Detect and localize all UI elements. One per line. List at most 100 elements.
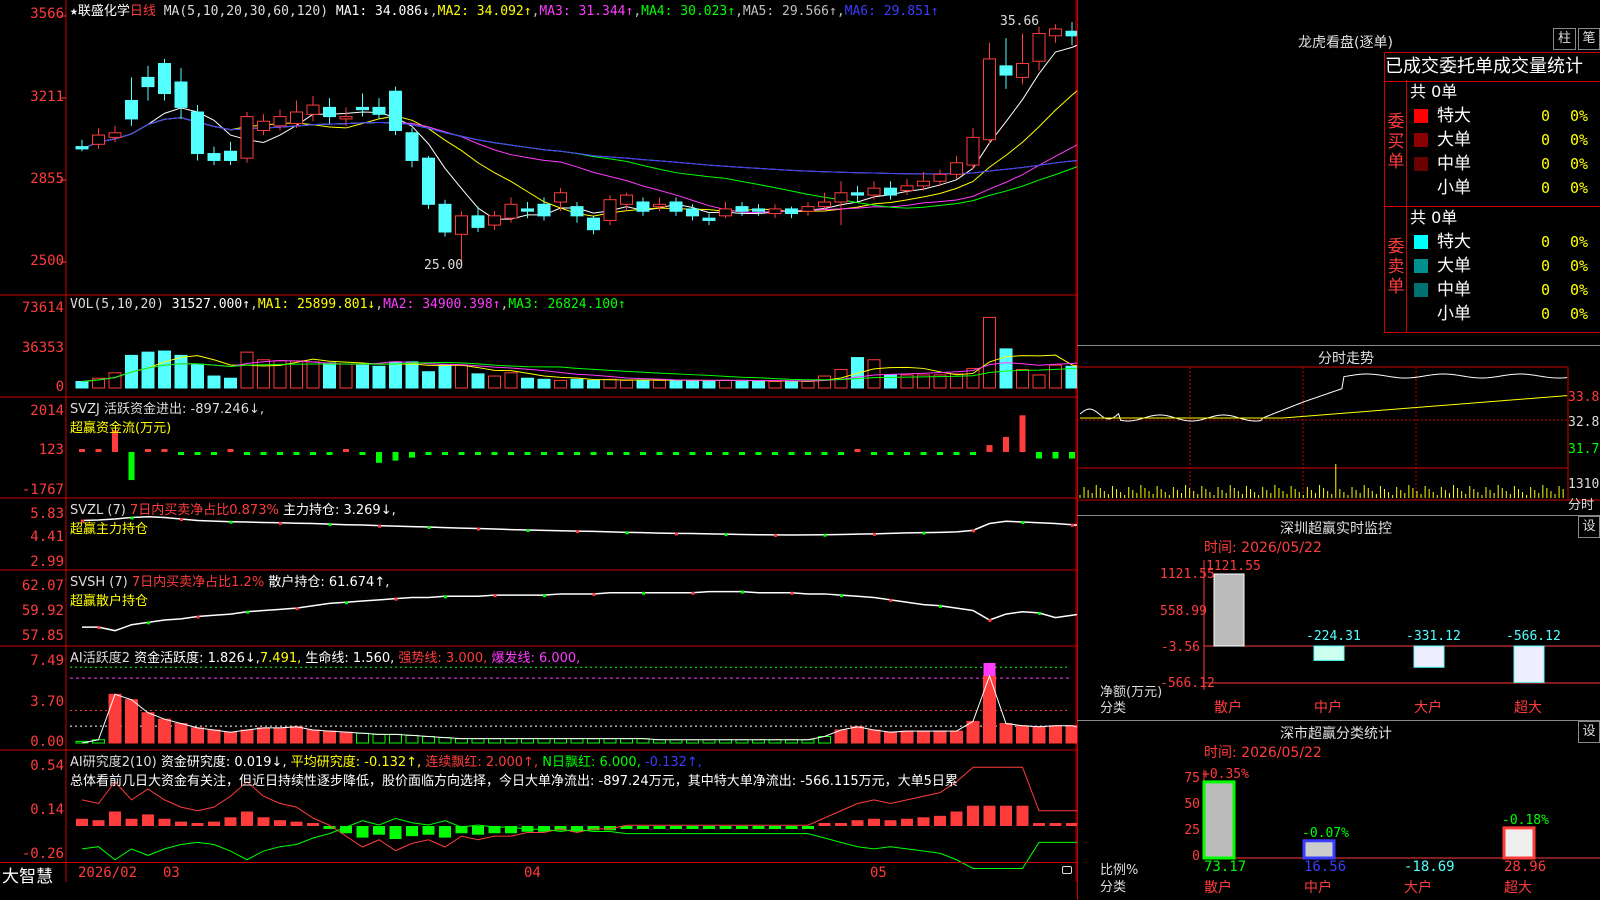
volume-bar: [224, 377, 237, 389]
ai-active-axis-tick: 7.49: [30, 653, 64, 669]
candle-body: [455, 215, 468, 235]
research-bar: [109, 811, 121, 826]
research-bar: [802, 826, 814, 829]
classify-settings-button[interactable]: 设: [1578, 721, 1600, 743]
activity-bar: [141, 712, 155, 744]
candle-body: [702, 217, 716, 221]
sell-total: 共 0单: [1410, 208, 1458, 227]
flow-bar: [359, 452, 366, 455]
sell-row-count: 0: [1540, 305, 1550, 323]
svzj-axis-tick: -1767: [21, 482, 64, 498]
tab-volume-stats[interactable]: 成交量统计: [1493, 56, 1583, 77]
flow-bar: [755, 452, 762, 455]
main-chart-area[interactable]: [0, 0, 1077, 882]
activity-bar: [339, 731, 353, 744]
buy-row-count: 0: [1540, 179, 1550, 197]
svzj-title: 超赢资金流(万元): [70, 421, 172, 436]
activity-bar: [1065, 725, 1077, 744]
volume-bar: [785, 380, 798, 389]
volume-bar: [554, 379, 567, 389]
research-bar: [835, 823, 847, 826]
candle-body: [488, 215, 501, 226]
price-axis-tick: 2855: [30, 171, 64, 187]
ai-research-c: 连续飘红: 2.000↑,: [425, 755, 539, 770]
vol-label: VOL(5,10,20): [70, 297, 164, 312]
volume-bar: [306, 361, 320, 389]
ma6-value: MA6: 29.851↑: [844, 4, 939, 19]
price-high-mark: 35.66: [1000, 14, 1040, 29]
buy-label-char: 单: [1387, 152, 1405, 172]
monitor-title: 深圳超赢实时监控: [1280, 521, 1392, 537]
svzl-ratio: 7日内买卖净占比0.873%: [129, 503, 279, 518]
lock-icon[interactable]: [1062, 866, 1072, 874]
flow-bar: [541, 452, 547, 455]
ma2-value: MA2: 34.092↑: [437, 4, 532, 19]
main-hold-dot: [1021, 521, 1025, 525]
fenshi-axis-tick: 31.7: [1568, 442, 1600, 457]
flow-bar: [557, 452, 564, 455]
activity-bar: [900, 730, 914, 744]
sell-row-swatch: [1414, 235, 1428, 249]
research-bar: [736, 826, 748, 829]
buy-order-label: 委买单: [1386, 112, 1406, 172]
bar-view-button[interactable]: 柱: [1553, 28, 1576, 50]
tab-orders[interactable]: 委托单: [1439, 56, 1493, 77]
flow-bar: [673, 452, 679, 455]
fenshi-vol-value: 1310: [1568, 477, 1600, 492]
indicator-charts-svg[interactable]: [0, 0, 1077, 882]
flow-bar: [920, 452, 927, 455]
ai-research-summary: 总体看前几日大资金有关注，但近日持续性逐步降低，股价面临方向选择，今日大单净流出…: [70, 774, 958, 789]
volume-bar: [108, 372, 122, 389]
main-hold-dot: [972, 529, 975, 533]
ai-research-axis-tick: -0.26: [21, 846, 64, 862]
svzl-axis-tick: 4.41: [30, 529, 64, 545]
flow-bar: [260, 452, 267, 455]
volume-bar: [801, 380, 815, 389]
ma30-line: [81, 117, 1077, 209]
flow-bar: [970, 452, 976, 455]
retail-hold-dot: [988, 619, 992, 623]
flow-bar: [376, 452, 382, 463]
svzj-legend: SVZJ 活跃资金进出: -897.246↓, 超赢资金流(万元): [70, 398, 264, 436]
stock-name: 联盛化学: [77, 4, 130, 19]
svsh-axis-tick: 62.07: [21, 578, 64, 594]
flow-bar: [409, 452, 415, 458]
buy-row-name: 小单: [1437, 178, 1471, 198]
vol-legend: VOL(5,10,20) 31527.000↑,MA1: 25899.801↓,…: [70, 297, 626, 312]
vol-axis-tick: 36353: [21, 340, 64, 356]
tick-view-button[interactable]: 笔: [1578, 28, 1600, 50]
flow-bar: [607, 452, 613, 455]
candle-body: [323, 106, 336, 118]
flow-bar: [689, 452, 696, 455]
monitor-axis-tick: 558.99: [1160, 604, 1207, 619]
svsh-hold: 散户持仓: 61.674↑,: [268, 575, 390, 590]
buy-row-name: 大单: [1437, 130, 1471, 150]
period-label[interactable]: 日线: [130, 4, 156, 19]
candle-body: [273, 116, 287, 127]
activity-bar: [554, 738, 567, 744]
candle-body: [999, 65, 1013, 76]
ma20-line: [81, 117, 1077, 214]
classify-axis-tick: 0: [1192, 849, 1200, 864]
flow-bar: [937, 452, 943, 455]
research-bar: [1033, 823, 1045, 826]
candle-body: [570, 206, 584, 217]
research-bar: [290, 821, 303, 826]
classify-category: 超大: [1504, 880, 1532, 896]
svzl-title: 超赢主力持仓: [70, 522, 149, 537]
activity-bar: [108, 693, 122, 744]
monitor-settings-button[interactable]: 设: [1578, 516, 1600, 538]
tab-traded[interactable]: 已成交: [1385, 56, 1439, 77]
time-axis-start: 2026/02: [78, 865, 138, 881]
volume-bar: [455, 364, 468, 389]
lhb-title: 龙虎看盘(逐单): [1298, 35, 1393, 51]
retail-hold-dot: [147, 621, 150, 625]
candle-body: [75, 146, 89, 150]
research-bar: [257, 817, 270, 826]
buy-row-pct: 0%: [1570, 155, 1589, 173]
flow-bar: [953, 452, 960, 455]
volume-bar: [669, 379, 683, 389]
flow-bar: [706, 452, 712, 455]
classify-bar-change: +0.35%: [1202, 766, 1249, 782]
favorite-star-icon[interactable]: ★: [70, 4, 78, 19]
